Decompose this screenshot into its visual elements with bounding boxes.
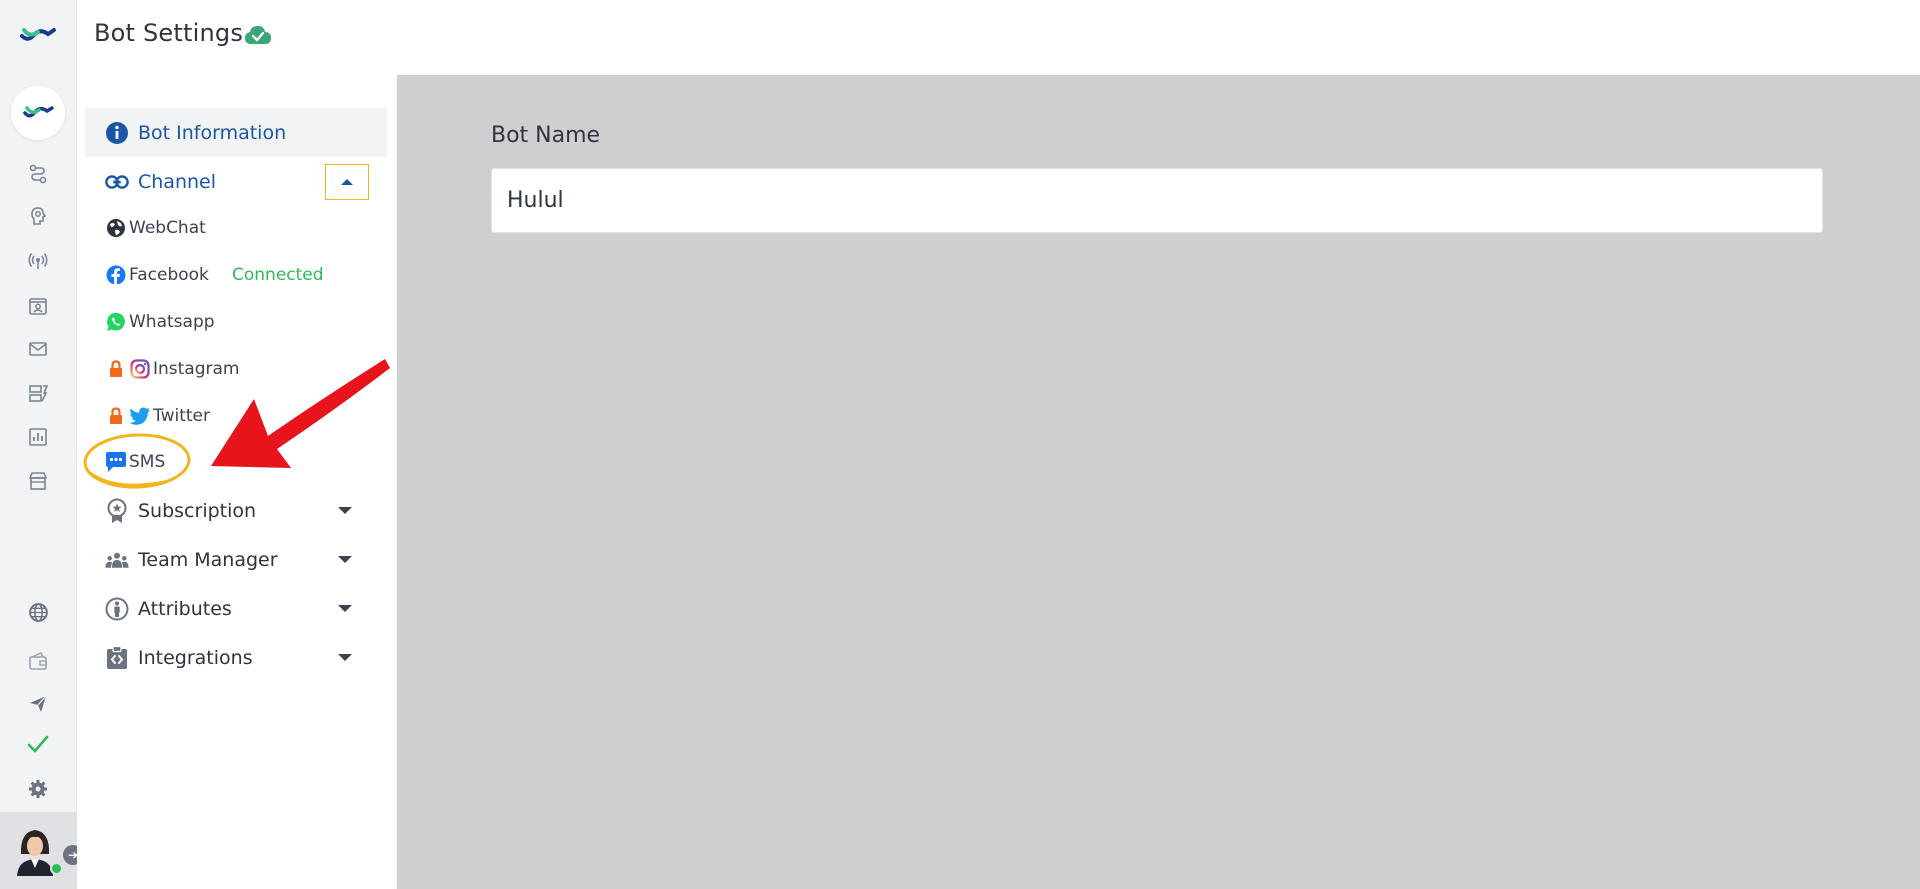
bot-avatar[interactable] bbox=[11, 86, 65, 140]
globe-icon[interactable] bbox=[27, 601, 49, 623]
wallet-icon[interactable] bbox=[27, 650, 49, 672]
channel-label: SMS bbox=[129, 452, 166, 472]
channel-label: Instagram bbox=[153, 359, 240, 379]
header: Bot Settings bbox=[77, 0, 1920, 75]
flow-icon[interactable] bbox=[27, 163, 49, 185]
link-icon bbox=[105, 170, 129, 194]
channel-webchat[interactable]: WebChat bbox=[85, 210, 387, 246]
page-title: Bot Settings bbox=[94, 19, 244, 47]
app-rail bbox=[0, 0, 77, 889]
nav-attributes[interactable]: Attributes bbox=[85, 584, 387, 633]
twitter-icon bbox=[129, 405, 151, 427]
check-icon[interactable] bbox=[27, 733, 49, 755]
caret-up-icon bbox=[341, 179, 353, 185]
code-clipboard-icon bbox=[105, 645, 129, 670]
app-logo-icon[interactable] bbox=[18, 22, 58, 50]
facebook-icon bbox=[105, 264, 127, 286]
nav-label: Subscription bbox=[138, 499, 257, 522]
whatsapp-icon bbox=[105, 311, 127, 333]
bot-logo-icon bbox=[23, 106, 54, 118]
settings-icon[interactable] bbox=[27, 778, 49, 800]
nav-subscription[interactable]: Subscription bbox=[85, 486, 387, 535]
channel-instagram[interactable]: Instagram bbox=[85, 351, 387, 387]
settings-nav: Bot Information Channel WebChat Facebook… bbox=[77, 75, 397, 889]
caret-down-icon[interactable] bbox=[338, 654, 352, 661]
lock-icon bbox=[105, 358, 127, 380]
nav-label: Channel bbox=[138, 170, 217, 193]
store-icon[interactable] bbox=[27, 470, 49, 492]
nav-bot-information[interactable]: Bot Information bbox=[85, 108, 387, 157]
send-icon[interactable] bbox=[27, 693, 49, 715]
broadcast-icon[interactable] bbox=[27, 250, 49, 272]
caret-down-icon[interactable] bbox=[338, 556, 352, 563]
mail-icon[interactable] bbox=[27, 338, 49, 360]
nav-label: Integrations bbox=[138, 646, 253, 669]
award-icon bbox=[105, 498, 129, 523]
brain-icon[interactable] bbox=[27, 205, 49, 227]
caret-down-icon[interactable] bbox=[338, 507, 352, 514]
bot-name-label: Bot Name bbox=[491, 123, 601, 148]
lock-icon bbox=[105, 405, 127, 427]
contacts-icon[interactable] bbox=[27, 295, 49, 317]
cloud-check-icon bbox=[245, 26, 271, 44]
channel-collapse-button[interactable] bbox=[325, 164, 369, 200]
nav-team-manager[interactable]: Team Manager bbox=[85, 535, 387, 584]
channel-twitter[interactable]: Twitter bbox=[85, 398, 387, 434]
connected-status: Connected bbox=[232, 265, 324, 285]
instagram-icon bbox=[129, 358, 151, 380]
online-status-dot bbox=[50, 862, 63, 875]
globe-icon bbox=[105, 217, 127, 239]
person-icon bbox=[105, 597, 129, 621]
board-icon[interactable] bbox=[27, 382, 49, 404]
channel-label: Twitter bbox=[153, 406, 210, 426]
channel-whatsapp[interactable]: Whatsapp bbox=[85, 304, 387, 340]
nav-label: Attributes bbox=[138, 597, 232, 620]
channel-label: Facebook bbox=[129, 265, 209, 285]
team-icon bbox=[105, 548, 129, 572]
nav-label: Team Manager bbox=[138, 548, 278, 571]
bot-name-input[interactable] bbox=[491, 168, 1823, 233]
channel-sms[interactable]: SMS bbox=[85, 444, 387, 480]
caret-down-icon[interactable] bbox=[338, 605, 352, 612]
main-panel: Bot Name bbox=[397, 75, 1920, 889]
channel-label: Whatsapp bbox=[129, 312, 215, 332]
nav-integrations[interactable]: Integrations bbox=[85, 633, 387, 682]
channel-facebook[interactable]: Facebook Connected bbox=[85, 257, 387, 293]
analytics-icon[interactable] bbox=[27, 426, 49, 448]
nav-label: Bot Information bbox=[138, 121, 287, 144]
sms-icon bbox=[105, 451, 127, 473]
info-icon bbox=[105, 121, 129, 145]
channel-label: WebChat bbox=[129, 218, 206, 238]
